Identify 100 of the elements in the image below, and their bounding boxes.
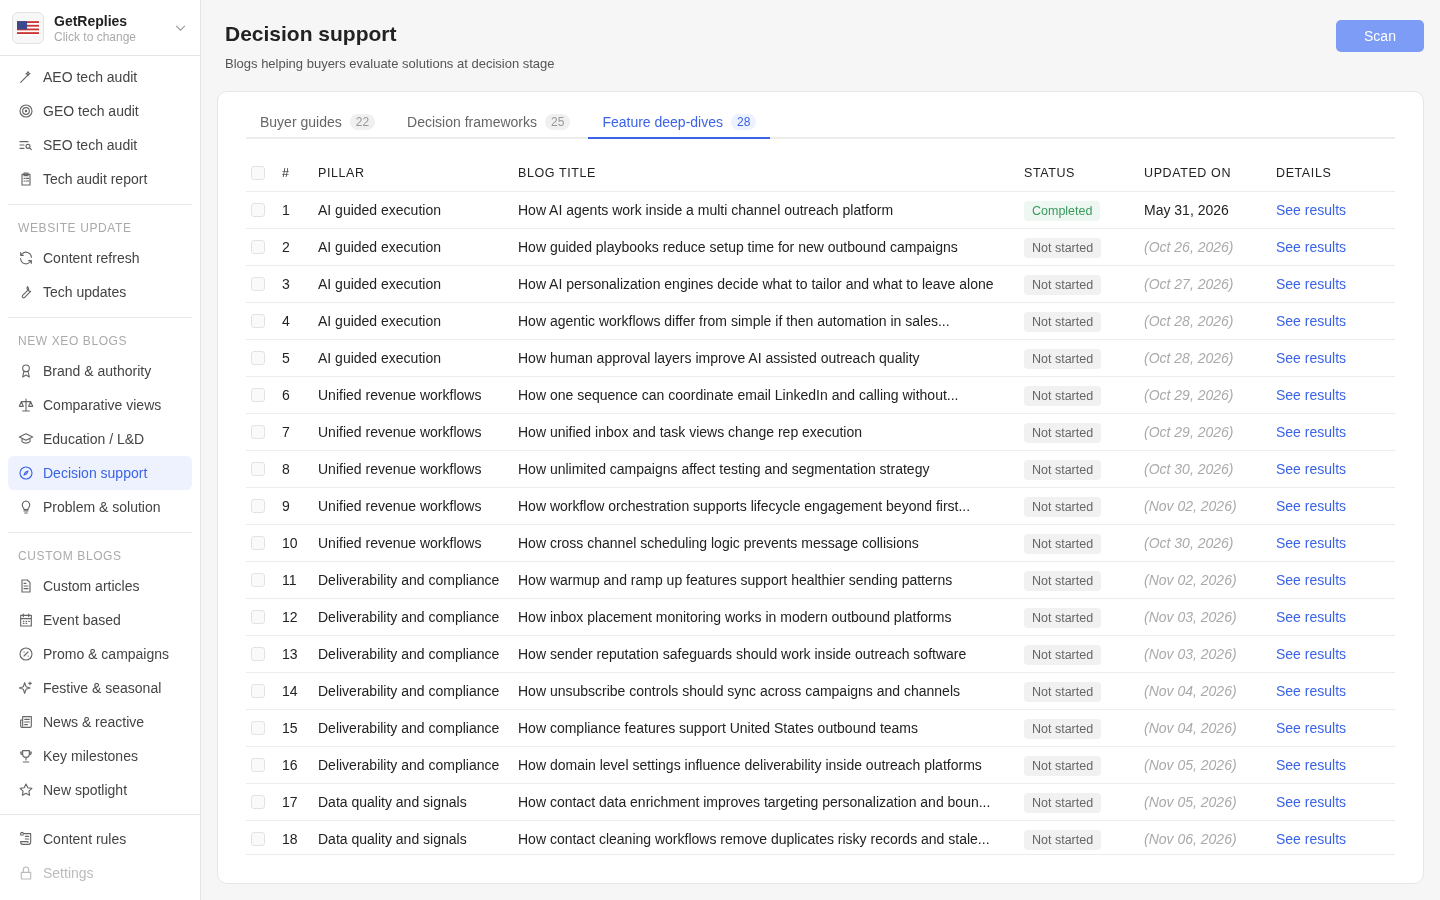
checkbox[interactable] (251, 351, 265, 365)
refresh-icon (18, 250, 34, 266)
table-cell: 10 (282, 535, 298, 551)
see-results-link[interactable]: See results (1276, 498, 1347, 514)
nav-item[interactable]: Tech updates (8, 275, 192, 309)
table-cell: (Nov 05, 2026) (1144, 794, 1237, 810)
see-results-link[interactable]: See results (1276, 239, 1347, 255)
table-cell: (Oct 28, 2026) (1144, 350, 1234, 366)
table-cell: May 31, 2026 (1144, 202, 1229, 218)
status-badge: Not started (1024, 238, 1102, 258)
see-results-link[interactable]: See results (1276, 461, 1347, 477)
page-title: Decision support (225, 22, 398, 46)
checkbox[interactable] (251, 610, 265, 624)
nav-item[interactable]: News & reactive (8, 705, 192, 739)
checkbox[interactable] (251, 314, 265, 328)
scroll-icon (18, 831, 34, 847)
column-header: STATUS (1024, 166, 1076, 180)
see-results-link[interactable]: See results (1276, 535, 1347, 551)
nav-item[interactable]: Key milestones (8, 739, 192, 773)
status-badge: Not started (1024, 312, 1102, 332)
see-results-link[interactable]: See results (1276, 683, 1347, 699)
nav-item[interactable]: Promo & campaigns (8, 637, 192, 671)
table-cell: Deliverability and compliance (318, 683, 500, 699)
checkbox[interactable] (251, 277, 265, 291)
nav-item[interactable]: Custom articles (8, 569, 192, 603)
status-badge: Not started (1024, 423, 1102, 443)
table-cell: How cross channel scheduling logic prevents message collisions (518, 535, 919, 551)
table-cell: 18 (282, 831, 298, 847)
newspaper-icon (18, 714, 34, 730)
nav-item[interactable]: Brand & authority (8, 354, 192, 388)
wand-icon (18, 69, 34, 85)
checkbox[interactable] (251, 499, 265, 513)
table-cell: How contact cleaning workflows remove duplicates risky records and stale... (518, 831, 990, 847)
see-results-link[interactable]: See results (1276, 720, 1347, 736)
see-results-link[interactable]: See results (1276, 794, 1347, 810)
column-header: UPDATED ON (1144, 166, 1232, 180)
nav-item[interactable]: SEO tech audit (8, 128, 192, 162)
table-cell: How unlimited campaigns affect testing and segmentation strategy (518, 461, 930, 477)
section-heading: WEBSITE UPDATE (17, 220, 133, 237)
table-cell: 2 (282, 239, 290, 255)
status-badge: Not started (1024, 830, 1102, 850)
checkbox[interactable] (251, 573, 265, 587)
checkbox[interactable] (251, 388, 265, 402)
table-cell: 12 (282, 609, 298, 625)
checkbox[interactable] (251, 758, 265, 772)
workspace-switcher[interactable]: GetReplies Click to change (0, 0, 200, 56)
table-cell: (Nov 05, 2026) (1144, 757, 1237, 773)
nav-item[interactable]: Problem & solution (8, 490, 192, 524)
nav-item[interactable]: GEO tech audit (8, 94, 192, 128)
nav-item[interactable]: Event based (8, 603, 192, 637)
checkbox[interactable] (251, 684, 265, 698)
see-results-link[interactable]: See results (1276, 313, 1347, 329)
see-results-link[interactable]: See results (1276, 757, 1347, 773)
status-badge: Not started (1024, 793, 1102, 813)
nav-item[interactable]: Tech audit report (8, 162, 192, 196)
tab[interactable]: Decision frameworks 25 (393, 106, 585, 139)
table-cell: How AI personalization engines decide what to tailor and what to leave alone (518, 276, 994, 292)
nav-item[interactable]: Content refresh (8, 241, 192, 275)
checkbox[interactable] (251, 462, 265, 476)
status-badge: Not started (1024, 682, 1102, 702)
table-cell: How warmup and ramp up features support healthier sending patterns (518, 572, 953, 588)
see-results-link[interactable]: See results (1276, 609, 1347, 625)
tab[interactable]: Feature deep-dives 28 (588, 106, 771, 139)
table-cell: Data quality and signals (318, 794, 467, 810)
table-cell: AI guided execution (318, 202, 441, 218)
status-badge: Not started (1024, 756, 1102, 776)
table-cell: Unified revenue workflows (318, 535, 482, 551)
checkbox[interactable] (251, 647, 265, 661)
checkbox[interactable] (251, 795, 265, 809)
checkbox[interactable] (251, 721, 265, 735)
checkbox[interactable] (251, 166, 265, 180)
checkbox[interactable] (251, 425, 265, 439)
nav-item[interactable]: Festive & seasonal (8, 671, 192, 705)
table-cell: 9 (282, 498, 290, 514)
nav-item[interactable]: Comparative views (8, 388, 192, 422)
checkbox[interactable] (251, 203, 265, 217)
nav-item[interactable]: New spotlight (8, 773, 192, 807)
checkbox[interactable] (251, 536, 265, 550)
see-results-link[interactable]: See results (1276, 572, 1347, 588)
nav-item[interactable]: AEO tech audit (8, 60, 192, 94)
see-results-link[interactable]: See results (1276, 350, 1347, 366)
see-results-link[interactable]: See results (1276, 424, 1347, 440)
see-results-link[interactable]: See results (1276, 646, 1347, 662)
clipboard-icon (18, 171, 34, 187)
table-cell: Data quality and signals (318, 831, 467, 847)
see-results-link[interactable]: See results (1276, 202, 1347, 218)
checkbox[interactable] (251, 832, 265, 846)
tab[interactable]: Buyer guides 22 (246, 106, 390, 139)
see-results-link[interactable]: See results (1276, 387, 1347, 403)
nav-item[interactable]: Decision support (8, 456, 192, 490)
nav-item[interactable]: Content rules (8, 822, 192, 856)
see-results-link[interactable]: See results (1276, 276, 1347, 292)
checkbox[interactable] (251, 240, 265, 254)
status-badge: Not started (1024, 571, 1102, 591)
table-cell: AI guided execution (318, 239, 441, 255)
table-cell: 7 (282, 424, 290, 440)
see-results-link[interactable]: See results (1276, 831, 1347, 847)
nav-item[interactable]: Education / L&D (8, 422, 192, 456)
trophy-icon (18, 748, 34, 764)
table-cell: 3 (282, 276, 290, 292)
